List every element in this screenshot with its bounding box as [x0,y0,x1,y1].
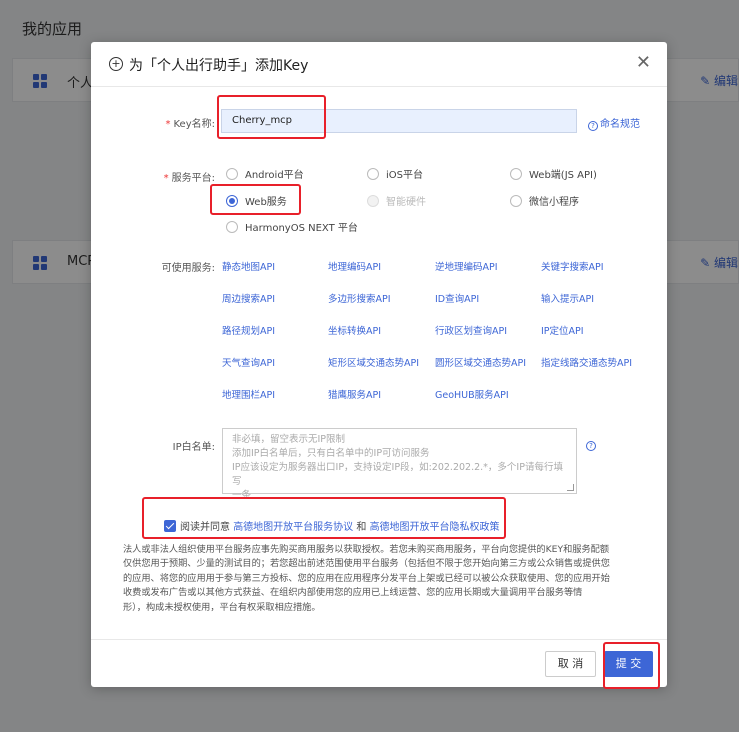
notice-line: 法人或非法人组织使用平台服务应事先购买商用服务以获取授权。若您未购买商用服务，平… [123,544,610,555]
add-key-dialog: + 为「个人出行助手」添加Key ✕ * Key名称: Cherry_mcp ? 命… [91,42,667,687]
api-link[interactable]: 坐标转换API [328,323,381,337]
radio-web-js[interactable]: Web端(JS API) [510,168,597,182]
api-link[interactable]: 周边搜索API [222,291,275,305]
api-link[interactable]: 多边形搜索API [328,291,391,305]
dialog-header: + 为「个人出行助手」添加Key ✕ [91,42,667,87]
radio-smart-hardware: 智能硬件 [367,195,426,209]
radio-android[interactable]: Android平台 [226,168,304,182]
ip-whitelist-textarea[interactable]: 非必填，留空表示无IP限制 添加IP白名单后，只有白名单中的IP可访问服务 IP… [222,428,577,501]
api-link[interactable]: 圆形区域交通态势API [435,355,526,369]
cancel-button[interactable]: 取 消 [545,651,596,677]
available-services-label: 可使用服务: [161,263,215,274]
radio-ios[interactable]: iOS平台 [367,168,423,182]
api-link[interactable]: IP定位API [541,323,584,337]
api-link[interactable]: 静态地图API [222,259,275,273]
key-name-input[interactable]: Cherry_mcp [221,109,577,133]
placeholder-line: 添加IP白名单后，只有白名单中的IP可访问服务 [232,448,430,459]
naming-rules-link[interactable]: ? 命名规范 [588,115,640,131]
placeholder-line: IP应该设定为服务器出口IP，支持设定IP段，如:202.202.2.*，多个I… [232,462,563,487]
api-link[interactable]: GeoHUB服务API [435,387,509,401]
api-link[interactable]: 猎鹰服务API [328,387,381,401]
api-link[interactable]: 路径规划API [222,323,275,337]
notice-line: 收费或发布广告或以其他方式获益、在组织内部使用您的应用已上线运营、您的应用长期或… [123,587,583,599]
dialog-footer: 取 消 提 交 [91,639,667,687]
dialog-title: 为「个人出行助手」添加Key [129,58,309,74]
close-icon[interactable]: ✕ [636,52,651,73]
api-link[interactable]: 天气查询API [222,355,275,369]
key-name-label: * Key名称: [165,119,216,130]
privacy-policy-link[interactable]: 高德地图开放平台隐私权政策 [370,522,500,533]
agree-text: 阅读并同意 [180,522,230,533]
radio-web-service[interactable]: Web服务 [226,195,287,209]
agreement-row: 阅读并同意 高德地图开放平台服务协议 和 高德地图开放平台隐私权政策 [164,518,500,533]
api-link[interactable]: 矩形区域交通态势API [328,355,419,369]
api-link[interactable]: 地理编码API [328,259,381,273]
api-link[interactable]: 输入提示API [541,291,594,305]
radio-harmonyos[interactable]: HarmonyOS NEXT 平台 [226,221,358,235]
radio-wechat-mini[interactable]: 微信小程序 [510,195,579,209]
agree-and-text: 和 [356,522,367,533]
api-link[interactable]: 地理围栏API [222,387,275,401]
agree-checkbox[interactable] [164,520,176,532]
plus-circle-icon: + [109,57,123,71]
notice-line: 仅供您用于预期、少量的测试目的；若您超出前述范围使用平台服务（包括但不限于您开始… [123,558,610,570]
notice-line: 形），构成未授权使用，平台有权采取相应措施。 [123,601,321,613]
platform-label: * 服务平台: [163,173,215,184]
notice-line: 的应用、将您的应用用于参与第三方投标、您的应用在应用程序分发平台上架或已经可以被… [123,572,610,584]
resize-handle[interactable] [567,484,574,491]
api-link[interactable]: ID查询API [435,291,479,305]
question-icon: ? [588,121,598,131]
api-link[interactable]: 行政区划查询API [435,323,507,337]
api-link[interactable]: 逆地理编码API [435,259,498,273]
usage-notice: 法人或非法人组织使用平台服务应事先购买商用服务以获取授权。若您未购买商用服务，平… [123,543,635,615]
api-link[interactable]: 关键字搜索API [541,259,604,273]
service-agreement-link[interactable]: 高德地图开放平台服务协议 [233,522,353,533]
placeholder-line: 非必填，留空表示无IP限制 [232,434,346,445]
api-link[interactable]: 指定线路交通态势API [541,355,632,369]
submit-button[interactable]: 提 交 [604,651,653,677]
placeholder-line: 一条 [232,490,252,501]
ip-whitelist-label: IP白名单: [172,442,215,453]
ip-help-icon[interactable]: ? [586,439,598,451]
